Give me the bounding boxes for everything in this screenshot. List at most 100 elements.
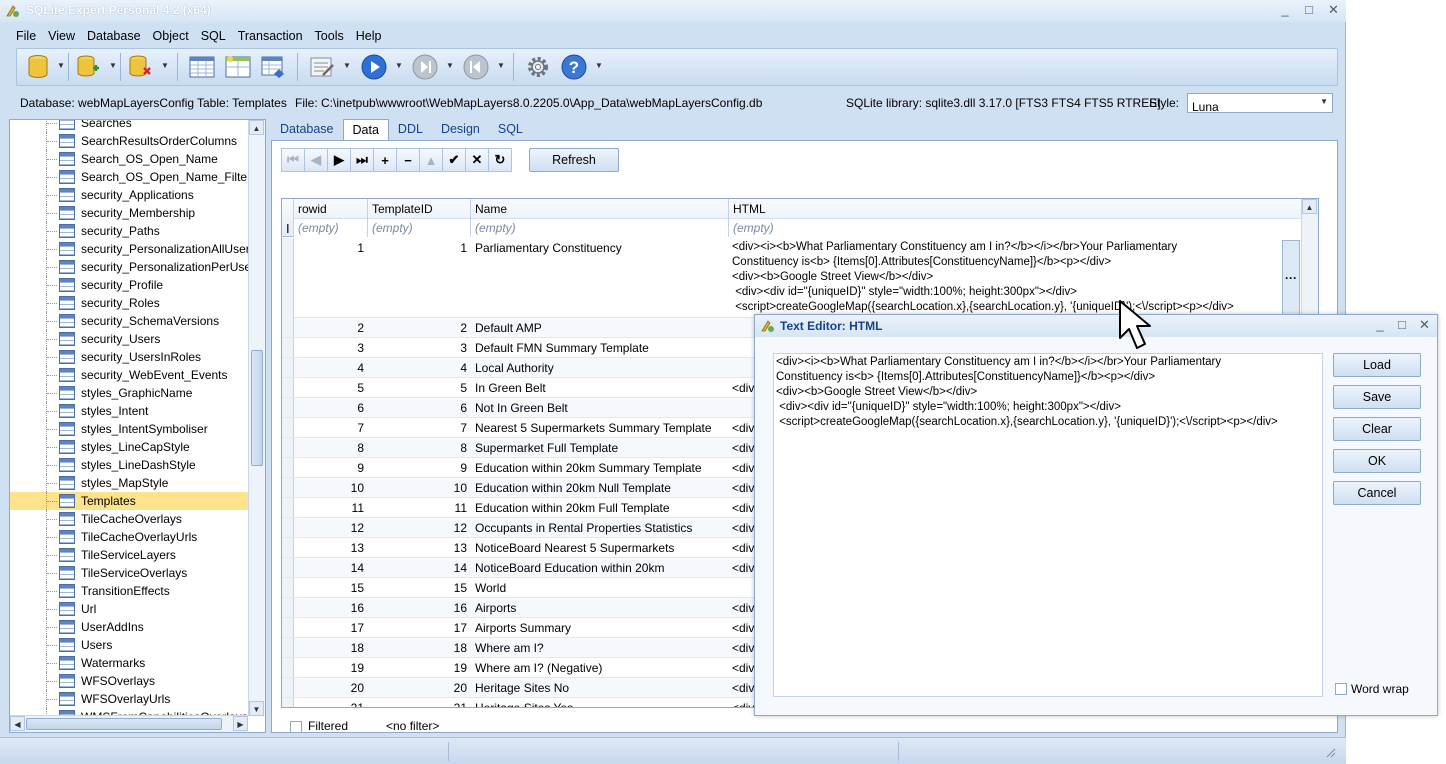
editor-close-button[interactable]: ✕ [1419, 317, 1430, 333]
cell-name[interactable]: Airports [475, 598, 729, 618]
cell-rowid[interactable]: 16 [294, 598, 368, 618]
scroll-right-icon[interactable]: ▶ [233, 716, 248, 731]
row-indicator[interactable] [282, 478, 294, 497]
cancel-button[interactable]: Cancel [1333, 481, 1421, 505]
cell-templateid[interactable]: 17 [368, 618, 471, 638]
tree-item[interactable]: security_Paths [10, 222, 248, 240]
tree-item[interactable]: styles_LineCapStyle [10, 438, 248, 456]
row-indicator[interactable] [282, 618, 294, 637]
cell-name[interactable]: NoticeBoard Nearest 5 Supermarkets [475, 538, 729, 558]
cell-rowid[interactable]: 19 [294, 658, 368, 678]
sql-editor-dropdown[interactable]: ▼ [343, 61, 351, 70]
sql-editor-button[interactable] [307, 52, 337, 82]
clear-button[interactable]: Clear [1333, 417, 1421, 441]
cancel-edit-button[interactable]: ✕ [465, 148, 489, 172]
filtered-checkbox[interactable] [290, 721, 302, 733]
tab-sql[interactable]: SQL [489, 119, 532, 141]
minimize-button[interactable]: _ [1280, 2, 1290, 18]
tab-ddl[interactable]: DDL [389, 119, 432, 141]
cell-rowid[interactable]: 10 [294, 478, 368, 498]
column-header-name[interactable]: Name (empty) [471, 199, 729, 237]
row-indicator[interactable] [282, 658, 294, 677]
cell-name[interactable]: Parliamentary Constituency [475, 238, 729, 258]
cell-templateid[interactable]: 1 [368, 238, 471, 318]
row-indicator[interactable] [282, 318, 294, 337]
cell-rowid[interactable]: 20 [294, 678, 368, 698]
cell-templateid[interactable]: 4 [368, 358, 471, 378]
save-button[interactable]: Save [1333, 385, 1421, 409]
cell-name[interactable]: Where am I? [475, 638, 729, 658]
cell-name[interactable]: Heritage Sites No [475, 678, 729, 698]
row-indicator[interactable] [282, 678, 294, 697]
cell-rowid[interactable]: 11 [294, 498, 368, 518]
new-index-button[interactable] [259, 52, 289, 82]
stop-dropdown[interactable]: ▼ [497, 61, 505, 70]
tree-item[interactable]: styles_LineDashStyle [10, 456, 248, 474]
delete-record-button[interactable]: − [396, 148, 420, 172]
row-indicator[interactable] [282, 638, 294, 657]
scroll-up-icon[interactable]: ▲ [249, 120, 264, 135]
refresh-button[interactable]: Refresh [529, 148, 619, 172]
cell-rowid[interactable]: 12 [294, 518, 368, 538]
tab-design[interactable]: Design [432, 119, 489, 141]
cell-name[interactable]: Not In Green Belt [475, 398, 729, 418]
row-indicator[interactable] [282, 378, 294, 397]
tree-item[interactable]: TileServiceOverlays [10, 564, 248, 582]
menu-view[interactable]: View [42, 27, 81, 47]
tree-item[interactable]: security_Users [10, 330, 248, 348]
cell-name[interactable]: NoticeBoard Education within 20km [475, 558, 729, 578]
close-button[interactable]: ✕ [1328, 2, 1339, 18]
cell-templateid[interactable]: 14 [368, 558, 471, 578]
scroll-down-icon[interactable]: ▼ [249, 701, 264, 716]
cell-rowid[interactable]: 8 [294, 438, 368, 458]
cell-rowid[interactable]: 4 [294, 358, 368, 378]
tree-item[interactable]: styles_MapStyle [10, 474, 248, 492]
execute-dropdown[interactable]: ▼ [395, 61, 403, 70]
tree-item[interactable]: styles_Intent [10, 402, 248, 420]
cell-templateid[interactable]: 10 [368, 478, 471, 498]
cell-templateid[interactable]: 20 [368, 678, 471, 698]
step-dropdown[interactable]: ▼ [446, 61, 454, 70]
cell-rowid[interactable]: 18 [294, 638, 368, 658]
new-database-dropdown[interactable]: ▼ [109, 61, 117, 70]
cell-name[interactable]: Local Authority [475, 358, 729, 378]
new-view-button[interactable] [223, 52, 253, 82]
cell-rowid[interactable]: 2 [294, 318, 368, 338]
cell-rowid[interactable]: 1 [294, 238, 368, 318]
tree-item[interactable]: security_WebEvent_Events [10, 366, 248, 384]
tree-item[interactable]: security_Membership [10, 204, 248, 222]
cell-templateid[interactable]: 13 [368, 538, 471, 558]
menu-transaction[interactable]: Transaction [232, 27, 309, 47]
cell-rowid[interactable]: 9 [294, 458, 368, 478]
cell-rowid[interactable]: 17 [294, 618, 368, 638]
ok-button[interactable]: OK [1333, 449, 1421, 473]
tab-database[interactable]: Database [271, 119, 343, 141]
tree-item[interactable]: UserAddIns [10, 618, 248, 636]
tree-item[interactable]: Search_OS_Open_Name_Filter_Typ [10, 168, 248, 186]
open-database-button[interactable] [23, 52, 53, 82]
close-database-dropdown[interactable]: ▼ [161, 61, 169, 70]
edit-cell-ellipsis-button[interactable]: ··· [1282, 240, 1300, 316]
load-button[interactable]: Load [1333, 353, 1421, 377]
column-header-rowid[interactable]: rowid (empty) [294, 199, 368, 237]
tree-item[interactable]: WFSOverlays [10, 672, 248, 690]
tree-vertical-scrollbar[interactable]: ▲ ▼ [248, 120, 265, 716]
cell-name[interactable]: Supermarket Full Template [475, 438, 729, 458]
cell-templateid[interactable]: 15 [368, 578, 471, 598]
menu-object[interactable]: Object [147, 27, 195, 47]
cell-name[interactable]: Default AMP [475, 318, 729, 338]
filter-cell[interactable]: (empty) [729, 218, 1301, 237]
help-dropdown[interactable]: ▼ [595, 61, 603, 70]
cell-templateid[interactable]: 9 [368, 458, 471, 478]
maximize-button[interactable]: □ [1304, 2, 1314, 18]
cell-name[interactable]: Where am I? (Negative) [475, 658, 729, 678]
cell-templateid[interactable]: 5 [368, 378, 471, 398]
tree-item[interactable]: WFSOverlayUrls [10, 690, 248, 708]
row-indicator[interactable] [282, 458, 294, 477]
editor-maximize-button[interactable]: □ [1397, 317, 1407, 333]
tree-item[interactable]: TransitionEffects [10, 582, 248, 600]
cell-templateid[interactable]: 18 [368, 638, 471, 658]
object-tree[interactable]: Searches SearchResultsOrderColumns Search_… [9, 119, 266, 733]
tree-item[interactable]: TileServiceLayers [10, 546, 248, 564]
cell-templateid[interactable]: 3 [368, 338, 471, 358]
